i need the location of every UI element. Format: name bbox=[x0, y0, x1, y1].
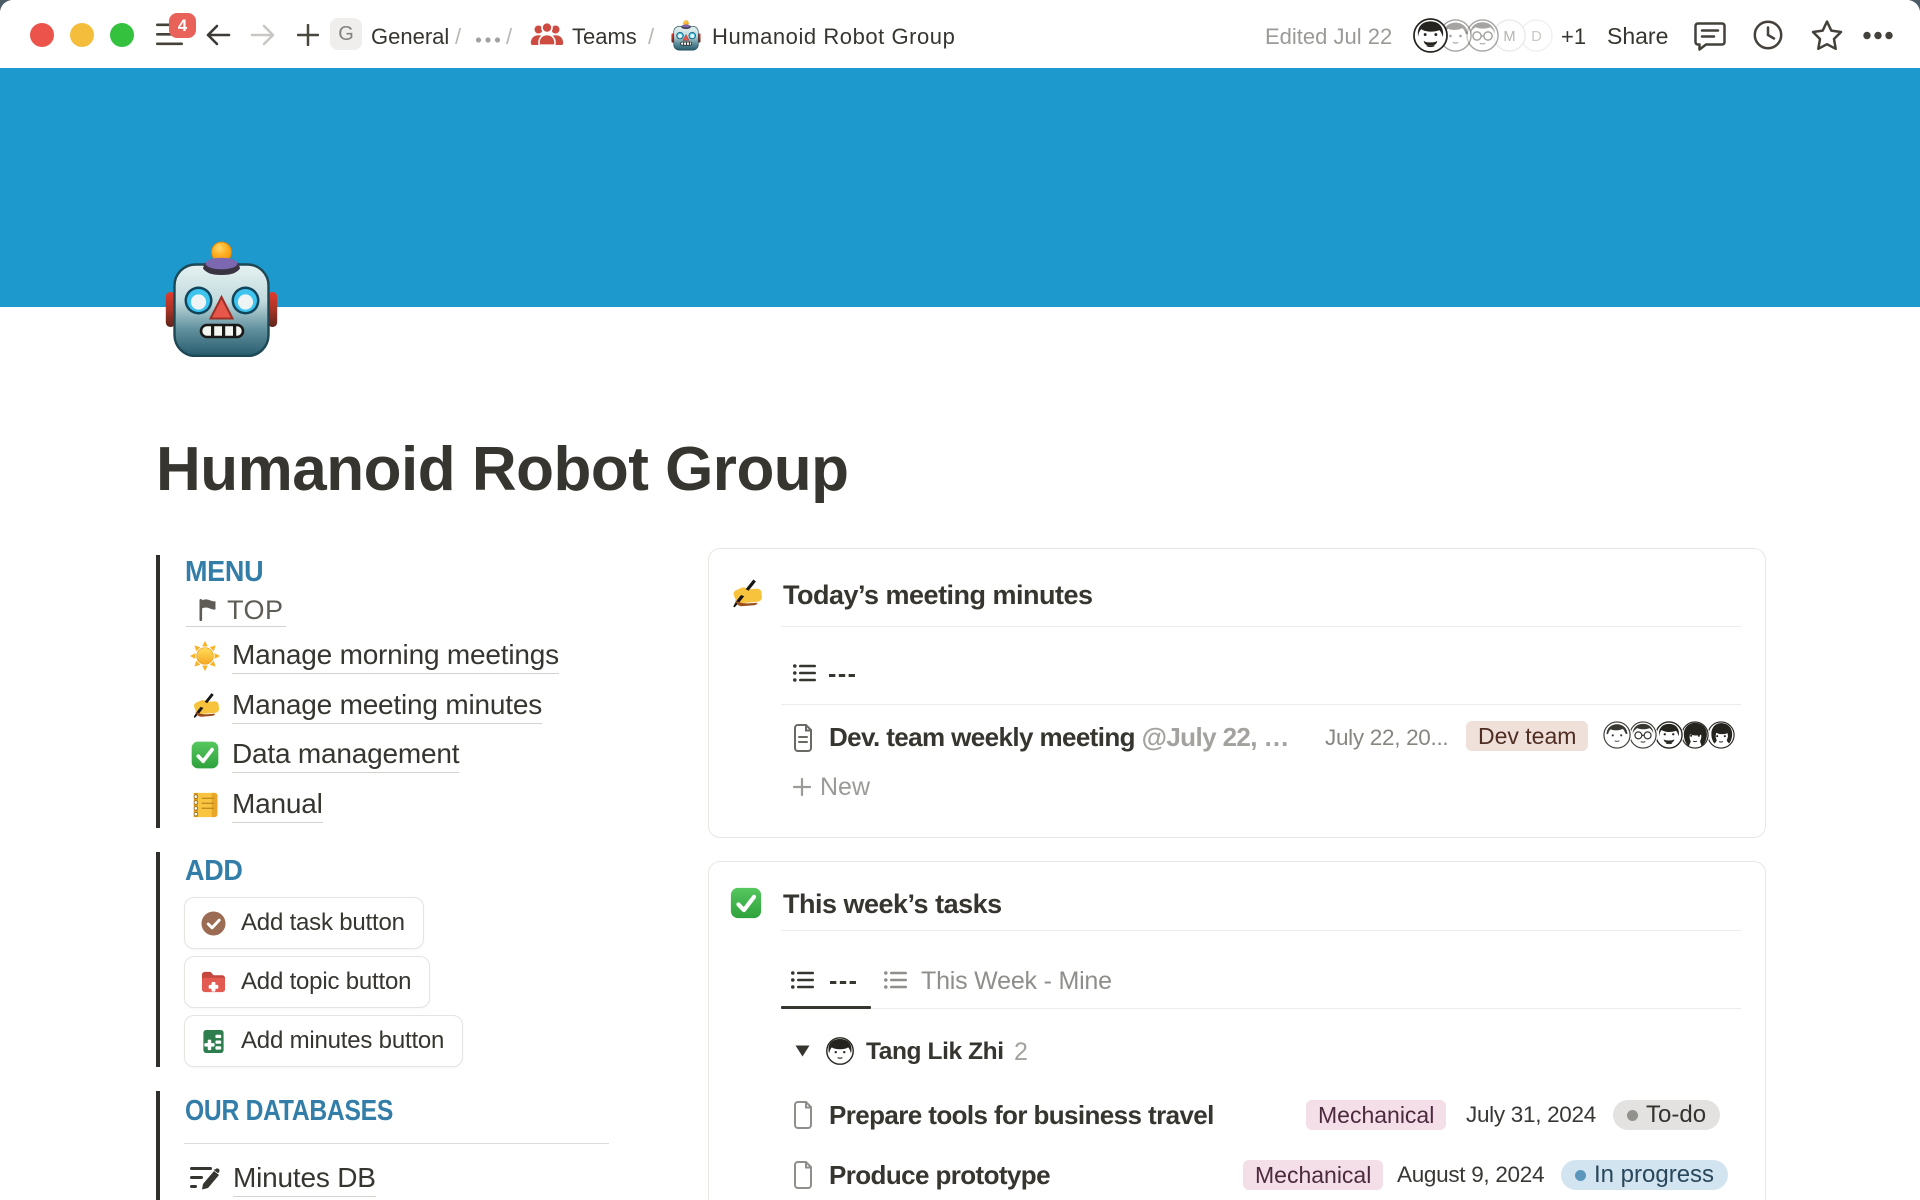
svg-text:M: M bbox=[1503, 29, 1515, 45]
svg-text:D: D bbox=[1531, 29, 1542, 45]
